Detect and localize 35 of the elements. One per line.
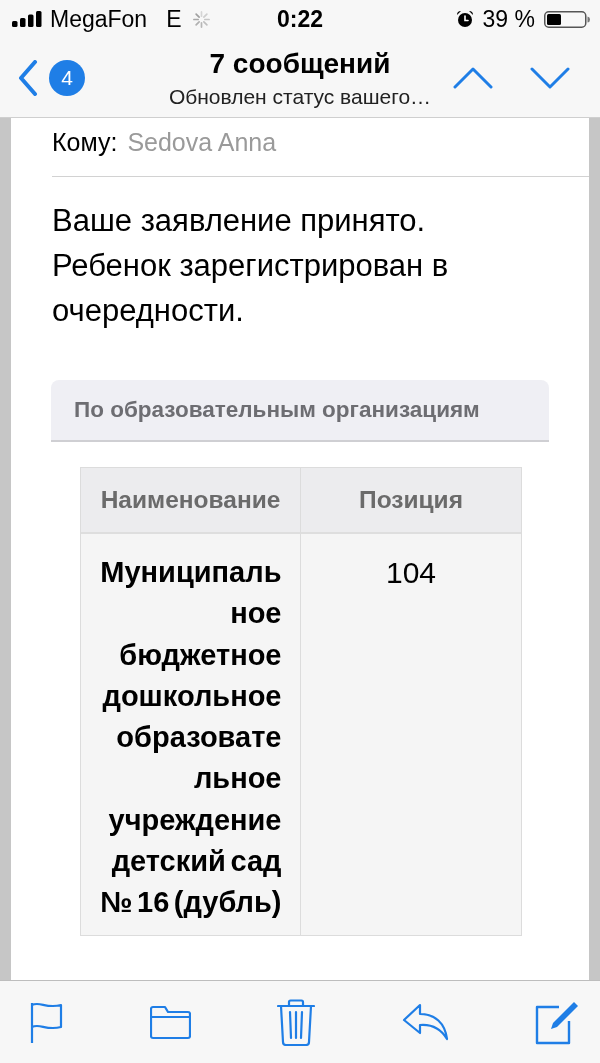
battery-icon (544, 10, 590, 28)
carrier-name: MegaFon (50, 5, 148, 33)
reply-arrow-icon (401, 1003, 449, 1041)
table-cell: Муниципальное бюджетное дошкольное образовательное учреждение детский сад № 16 (дубль) (81, 534, 301, 936)
alarm-clock-icon (455, 10, 474, 28)
loading-spinner-icon (191, 9, 211, 29)
chevron-up-icon (453, 66, 493, 89)
message-text: Ваше заявление принято. Ребенок зарегистрирован в очередности. (52, 202, 450, 330)
flag-button[interactable] (30, 1000, 63, 1044)
recipient-label: Кому: (52, 127, 118, 157)
compose-button[interactable] (535, 999, 580, 1045)
recipient-name: Sedova Anna (127, 127, 277, 157)
next-message-button[interactable] (530, 66, 570, 89)
thread-subtitle: Обновлен статус вашего… (168, 84, 432, 109)
section-header: По образовательным организациям (51, 380, 549, 442)
delete-button[interactable] (277, 998, 315, 1046)
move-to-folder-button[interactable] (149, 1004, 191, 1040)
folder-icon (149, 1004, 191, 1040)
flag-icon (30, 1000, 63, 1044)
table-cell: 104 (301, 534, 521, 936)
chevron-left-icon (18, 59, 38, 96)
reply-button[interactable] (401, 1003, 449, 1041)
back-button[interactable] (18, 59, 38, 96)
signal-icon (12, 11, 42, 27)
thread-title: 7 сообщений (209, 48, 391, 80)
column-header: Наименование (81, 468, 301, 534)
column-header: Позиция (301, 468, 521, 534)
unread-count-badge: 4 (49, 59, 85, 96)
previous-message-button[interactable] (453, 66, 493, 89)
network-type: E (166, 5, 182, 33)
trash-icon (277, 998, 315, 1046)
chevron-down-icon (530, 66, 570, 89)
status-time: 0:22 (276, 5, 323, 33)
compose-icon (535, 999, 580, 1045)
battery-percentage: 39 % (482, 5, 535, 33)
